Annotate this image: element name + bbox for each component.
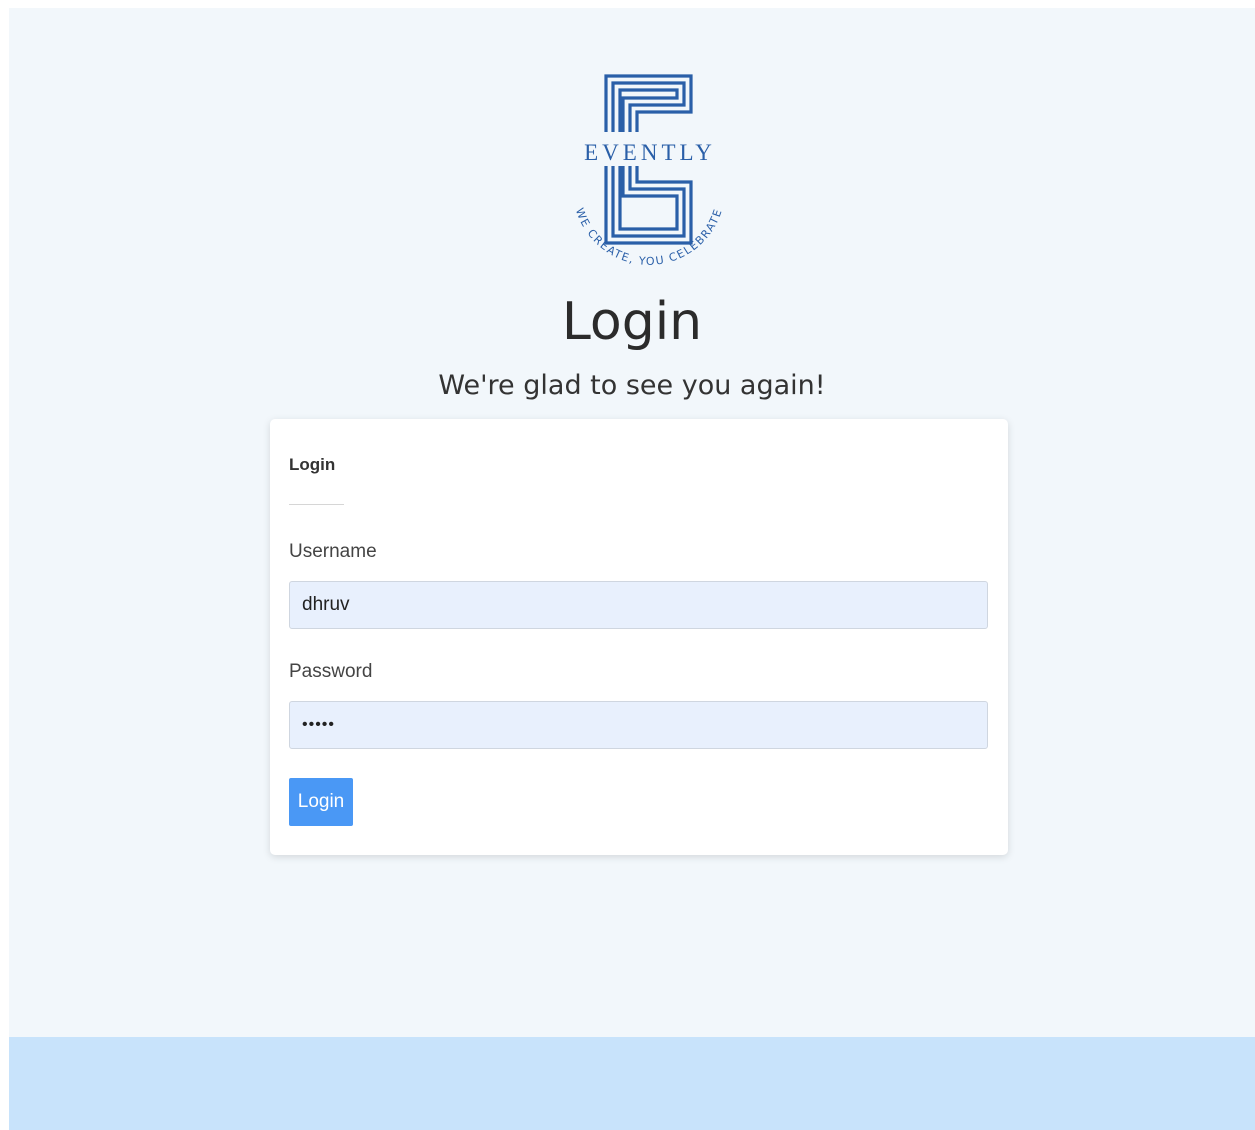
login-card: Login Username Password Login — [270, 419, 1008, 855]
logo-brand-text: EVENTLY — [584, 140, 716, 165]
login-button[interactable]: Login — [289, 778, 353, 826]
evently-logo: EVENTLY WE CREATE, YOU CELEBRATE — [573, 74, 724, 268]
card-title: Login — [289, 455, 336, 474]
footer — [9, 1037, 1255, 1130]
username-label: Username — [289, 541, 377, 562]
password-label: Password — [289, 661, 373, 682]
username-input[interactable] — [289, 581, 988, 629]
password-input[interactable] — [289, 701, 988, 749]
page-title: Login — [561, 292, 703, 352]
card-divider — [289, 504, 344, 505]
page-background: EVENTLY WE CREATE, YOU CELEBRATE Login W… — [9, 8, 1255, 1130]
page-subtitle: We're glad to see you again! — [438, 370, 826, 401]
